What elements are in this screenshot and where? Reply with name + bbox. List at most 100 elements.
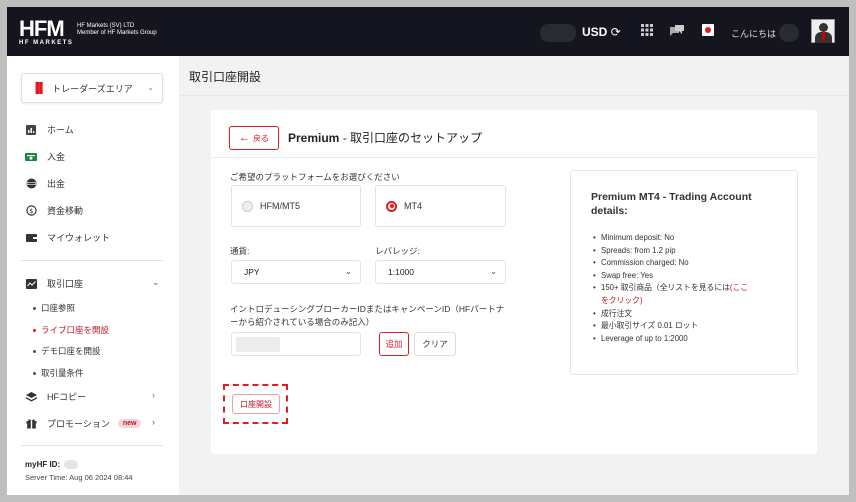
company-line-1: HF Markets (SV) LTD xyxy=(77,23,135,29)
input-blurred xyxy=(236,337,280,352)
language-flag-icon[interactable] xyxy=(702,24,714,39)
detail-item: 成行注文 xyxy=(593,308,793,321)
sidebar-item-promotion[interactable]: プロモーション new xyxy=(25,417,142,430)
currency-select[interactable]: JPY ⌄ xyxy=(231,260,361,284)
setup-title: Premium - 取引口座のセットアップ xyxy=(288,129,482,146)
account-type: Premium xyxy=(288,131,340,145)
server-time: Server Time: Aug 06 2024 08:44 xyxy=(25,473,133,482)
instruments-link-start[interactable]: (ここ xyxy=(730,283,748,292)
ib-label-line-1: イントロデューシングブローカーIDまたはキャンペーンID（HFパートナ xyxy=(230,304,505,314)
ib-id-label: イントロデューシングブローカーIDまたはキャンペーンID（HFパートナ ーから紹… xyxy=(230,303,520,329)
add-button[interactable]: 追加 xyxy=(379,332,409,356)
subitem-label: ライブ口座を開設 xyxy=(41,325,110,335)
platform-option-mt5[interactable]: HFM/MT5 xyxy=(231,185,361,227)
company-line-2: Member of HF Markets Group xyxy=(77,30,157,36)
myhf-id: myHF ID: xyxy=(25,460,79,470)
details-list: Minimum deposit: No Spreads: from 1.2 pi… xyxy=(593,232,793,345)
copy-layers-icon xyxy=(25,391,37,403)
radio-unselected-icon[interactable] xyxy=(242,200,253,212)
sidebar-subitem-view-accounts[interactable]: 口座参照 xyxy=(33,302,75,314)
sidebar-item-home[interactable]: ホーム xyxy=(25,123,74,136)
area-select-label: トレーダーズエリア xyxy=(52,83,133,94)
transfer-icon: $ xyxy=(25,205,37,217)
platform-option-mt4[interactable]: MT4 xyxy=(375,185,506,227)
logo-subtitle: HF MARKETS xyxy=(19,40,74,46)
instruments-text: 150+ 取引商品（全リストを見るには(ここ xyxy=(601,283,749,293)
chevron-down-icon: ⌄ xyxy=(490,267,497,276)
traders-area-select[interactable]: ▐▌ トレーダーズエリア ⌄ xyxy=(21,73,163,103)
chat-icon[interactable] xyxy=(669,24,685,40)
chevron-down-icon[interactable]: ⌄ xyxy=(152,277,160,288)
deposit-icon xyxy=(25,151,37,163)
currency-display[interactable]: USD ⟳ xyxy=(582,25,621,39)
back-button[interactable]: ← 戻る xyxy=(229,126,279,150)
highlight-box: 口座開設 xyxy=(223,384,288,424)
sidebar-item-wallet[interactable]: マイウォレット xyxy=(25,231,110,244)
accounts-icon xyxy=(25,278,37,290)
sidebar-item-label: 取引口座 xyxy=(47,279,84,289)
sidebar-item-label: 入金 xyxy=(47,152,66,162)
logo-mark: HFM xyxy=(19,16,65,41)
sidebar-item-label: HFコピー xyxy=(47,392,86,402)
title-divider xyxy=(179,95,849,96)
page-title: 取引口座開設 xyxy=(189,70,262,84)
open-account-button[interactable]: 口座開設 xyxy=(232,394,280,414)
sidebar-item-label: 出金 xyxy=(47,179,66,189)
sidebar-subitem-open-live[interactable]: ライブ口座を開設 xyxy=(33,324,109,336)
top-bar: HFM HF MARKETS HF Markets (SV) LTD Membe… xyxy=(7,7,849,56)
apps-grid-icon[interactable] xyxy=(641,24,653,39)
subitem-label: 取引量条件 xyxy=(41,368,84,378)
sidebar-item-withdraw[interactable]: 出金 xyxy=(25,177,65,190)
bar-chart-icon: ▐▌ xyxy=(32,82,47,94)
platform-prompt: ご希望のプラットフォームをお選びください xyxy=(230,172,400,182)
gift-icon xyxy=(25,418,37,430)
arrow-left-icon: ← xyxy=(239,132,250,144)
leverage-value: 1:1000 xyxy=(388,267,414,277)
app-frame: HFM HF MARKETS HF Markets (SV) LTD Membe… xyxy=(7,7,849,495)
currency-label: 通貨: xyxy=(230,246,250,256)
refresh-icon[interactable]: ⟳ xyxy=(611,25,621,39)
sidebar-divider xyxy=(21,260,163,261)
sidebar-subitem-open-demo[interactable]: デモ口座を開設 xyxy=(33,345,101,357)
avatar[interactable] xyxy=(811,19,835,43)
card-divider xyxy=(211,157,817,158)
account-details-panel: Premium MT4 - Trading Account details: M… xyxy=(570,170,798,375)
instruments-link[interactable]: をクリック) xyxy=(601,296,643,305)
chevron-down-icon: ⌄ xyxy=(345,267,352,276)
chevron-right-icon[interactable]: › xyxy=(152,417,155,427)
detail-item: 最小取引サイズ 0.01 ロット xyxy=(593,320,793,333)
sidebar-item-accounts[interactable]: 取引口座 xyxy=(25,277,83,290)
sidebar-item-deposit[interactable]: 入金 xyxy=(25,150,65,163)
ib-id-input[interactable] xyxy=(231,332,361,356)
clear-button[interactable]: クリア xyxy=(414,332,456,356)
platform-label: MT4 xyxy=(404,201,422,211)
setup-title-rest: - 取引口座のセットアップ xyxy=(339,131,483,145)
back-button-label: 戻る xyxy=(253,133,269,143)
sidebar-item-transfer[interactable]: $ 資金移動 xyxy=(25,204,83,217)
sidebar-subitem-volume[interactable]: 取引量条件 xyxy=(33,367,84,379)
chevron-right-icon[interactable]: › xyxy=(152,390,155,400)
wallet-icon xyxy=(25,232,37,244)
username-blurred xyxy=(779,24,799,42)
platform-label: HFM/MT5 xyxy=(260,201,300,211)
details-title: Premium MT4 - Trading Account details: xyxy=(591,191,752,217)
greeting: こんにちは xyxy=(731,29,777,39)
leverage-select[interactable]: 1:1000 ⌄ xyxy=(375,260,506,284)
detail-item-instruments: 150+ 取引商品（全リストを見るには(ここをクリック) xyxy=(593,282,793,307)
sidebar-item-hfcopy[interactable]: HFコピー xyxy=(25,390,86,403)
chevron-down-icon: ⌄ xyxy=(147,83,154,92)
leverage-label: レバレッジ: xyxy=(375,246,420,256)
currency-value: JPY xyxy=(244,267,260,277)
detail-item: Spreads: from 1.2 pip xyxy=(593,245,793,258)
hfm-logo[interactable]: HFM HF MARKETS xyxy=(19,16,74,47)
sidebar-divider xyxy=(21,445,163,446)
detail-item: Minimum deposit: No xyxy=(593,232,793,245)
radio-selected-icon[interactable] xyxy=(386,200,397,212)
subitem-label: 口座参照 xyxy=(41,303,76,313)
company-info: HF Markets (SV) LTD Member of HF Markets… xyxy=(77,23,157,37)
sidebar-item-label: 資金移動 xyxy=(47,206,84,216)
detail-item: Leverage of up to 1:2000 xyxy=(593,333,793,346)
myhf-label: myHF ID: xyxy=(25,460,61,469)
sidebar: ▐▌ トレーダーズエリア ⌄ ホーム 入金 出金 $ 資金移動 マイウォレット … xyxy=(7,56,179,495)
svg-text:$: $ xyxy=(29,207,33,215)
